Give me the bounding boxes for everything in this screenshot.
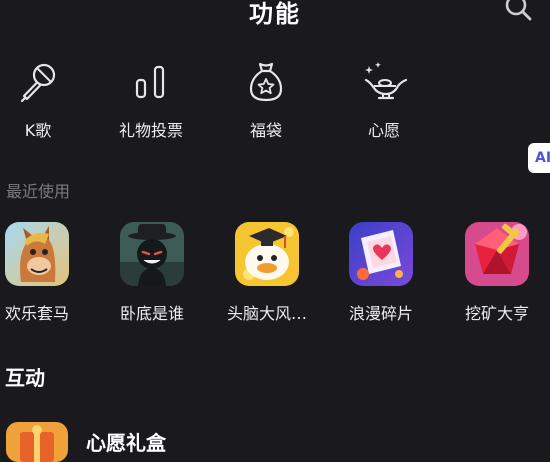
- app-label: 浪漫碎片: [348, 304, 413, 323]
- app-label: 挖矿大亨: [464, 304, 529, 323]
- search-icon: [505, 0, 532, 21]
- interactive-item-label: 心愿礼盒: [86, 431, 166, 455]
- app-label: 头脑大风…: [226, 304, 307, 323]
- brainstorm-game-icon: [235, 222, 299, 286]
- function-label: 福袋: [249, 121, 282, 140]
- function-item-lucky-bag[interactable]: 福袋: [211, 58, 321, 141]
- recent-app-mining[interactable]: 挖矿大亨: [439, 222, 550, 324]
- romantic-fragments-icon: [349, 222, 413, 286]
- undercover-game-icon: [120, 222, 184, 286]
- search-button[interactable]: [502, 0, 534, 24]
- recent-app-horse[interactable]: 欢乐套马: [0, 222, 95, 324]
- app-label: 欢乐套马: [4, 304, 69, 323]
- ai-assistant-badge[interactable]: AI: [528, 143, 550, 173]
- page-title: 功能: [249, 0, 301, 28]
- function-label: 礼物投票: [118, 121, 183, 140]
- function-row: K歌 礼物投票 福袋 心愿: [0, 58, 550, 148]
- function-label: 心愿: [367, 121, 400, 140]
- interactive-item-wish-gift-box[interactable]: 心愿礼盒: [0, 418, 550, 462]
- lucky-bag-icon: [249, 62, 283, 102]
- function-label: K歌: [24, 121, 52, 140]
- wish-gift-box-icon: [6, 422, 68, 462]
- recent-app-brainstorm[interactable]: 头脑大风…: [209, 222, 325, 324]
- section-title-recent: 最近使用: [6, 182, 71, 201]
- microphone-icon: [20, 63, 56, 103]
- bar-chart-icon: [135, 65, 165, 99]
- mining-tycoon-icon: [465, 222, 529, 286]
- function-item-gift-vote[interactable]: 礼物投票: [96, 58, 206, 141]
- horse-game-icon: [5, 222, 69, 286]
- magic-lamp-icon: [364, 62, 408, 100]
- function-item-karaoke[interactable]: K歌: [0, 58, 93, 141]
- section-title-interactive: 互动: [5, 366, 45, 390]
- app-label: 卧底是谁: [119, 304, 184, 323]
- recent-app-undercover[interactable]: 卧底是谁: [94, 222, 210, 324]
- function-item-wish[interactable]: 心愿: [329, 58, 439, 141]
- recent-app-romantic[interactable]: 浪漫碎片: [323, 222, 439, 324]
